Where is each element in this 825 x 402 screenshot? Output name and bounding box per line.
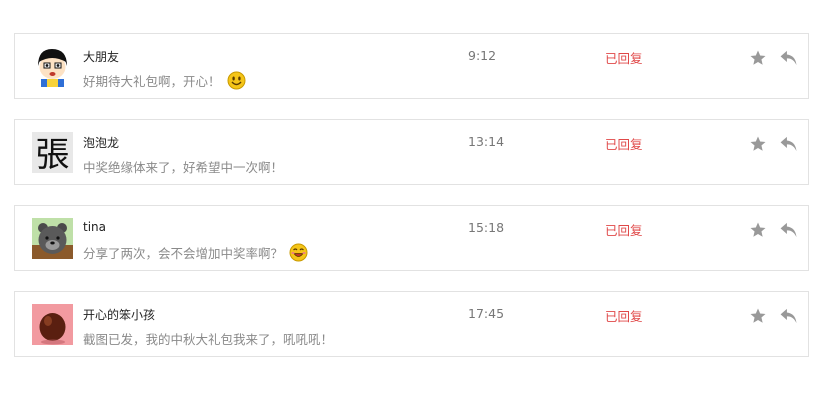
message-time: 15:18 bbox=[468, 220, 505, 235]
message-body: 分享了两次，会不会增加中奖率啊？ bbox=[83, 246, 284, 261]
message-time: 17:45 bbox=[468, 306, 505, 321]
message-row[interactable]: 大朋友 好期待大礼包啊，开心！ 9:12 已回复 bbox=[14, 33, 809, 99]
reply-icon[interactable] bbox=[779, 135, 798, 153]
message-body: 好期待大礼包啊，开心！ bbox=[83, 74, 221, 89]
message-body: 截图已发，我的中秋大礼包我来了，吼吼吼！ bbox=[83, 332, 334, 347]
reply-icon[interactable] bbox=[779, 49, 798, 67]
reply-status: 已回复 bbox=[605, 51, 643, 66]
message-text: 截图已发，我的中秋大礼包我来了，吼吼吼！ bbox=[83, 329, 333, 348]
reply-icon[interactable] bbox=[779, 221, 798, 239]
reply-icon[interactable] bbox=[779, 307, 798, 325]
message-body: 中奖绝缘体来了，好希望中一次啊！ bbox=[83, 160, 284, 175]
message-row[interactable]: 張 泡泡龙 中奖绝缘体来了，好希望中一次啊！ 13:14 已回复 bbox=[14, 119, 809, 185]
message-row[interactable]: tina 分享了两次，会不会增加中奖率啊？ 15:18 已回复 bbox=[14, 205, 809, 271]
sender-name: tina bbox=[83, 220, 106, 234]
star-icon[interactable] bbox=[749, 307, 767, 325]
sender-name: 大朋友 bbox=[83, 50, 120, 64]
reply-status: 已回复 bbox=[605, 137, 643, 152]
star-icon[interactable] bbox=[749, 221, 767, 239]
sender-name: 泡泡龙 bbox=[83, 136, 120, 150]
reply-status: 已回复 bbox=[605, 223, 643, 238]
calligraphy-zhang-avatar[interactable]: 張 bbox=[32, 132, 73, 173]
message-text: 分享了两次，会不会增加中奖率啊？ bbox=[83, 243, 308, 262]
grin-emoji bbox=[289, 243, 308, 262]
star-icon[interactable] bbox=[749, 49, 767, 67]
reply-status: 已回复 bbox=[605, 309, 643, 324]
cartoon-boy-avatar[interactable] bbox=[32, 46, 73, 87]
message-row[interactable]: 开心的笨小孩 截图已发，我的中秋大礼包我来了，吼吼吼！ 17:45 已回复 bbox=[14, 291, 809, 357]
sender-name: 开心的笨小孩 bbox=[83, 308, 156, 322]
bear-avatar[interactable] bbox=[32, 218, 73, 259]
star-icon[interactable] bbox=[749, 135, 767, 153]
message-text: 中奖绝缘体来了，好希望中一次啊！ bbox=[83, 157, 283, 176]
red-ball-avatar[interactable] bbox=[32, 304, 73, 345]
message-text: 好期待大礼包啊，开心！ bbox=[83, 71, 246, 90]
message-time: 13:14 bbox=[468, 134, 505, 149]
message-time: 9:12 bbox=[468, 48, 497, 63]
avatar-glyph: 張 bbox=[36, 135, 70, 173]
smile-emoji bbox=[227, 71, 246, 90]
